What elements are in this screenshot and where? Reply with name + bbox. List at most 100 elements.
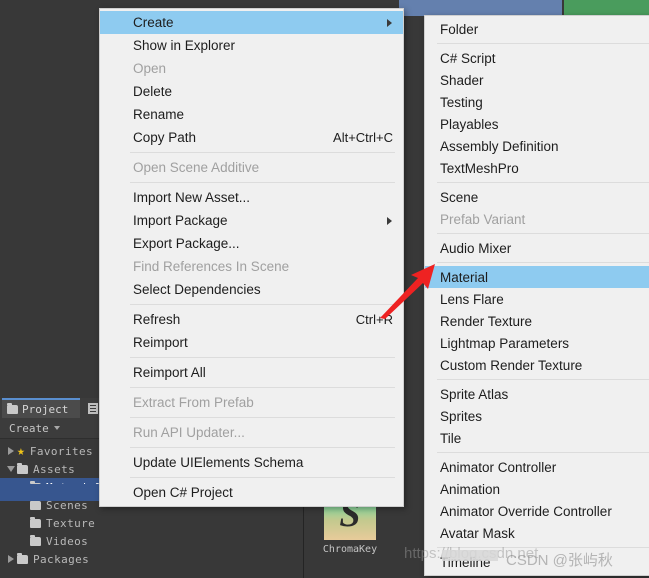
chevron-right-icon (387, 216, 392, 225)
submenu-item-sprite-atlas[interactable]: Sprite Atlas (425, 383, 649, 405)
menu-item-run-api-updater: Run API Updater... (100, 421, 403, 444)
submenu-item-animation[interactable]: Animation (425, 478, 649, 500)
menu-item-reimport[interactable]: Reimport (100, 331, 403, 354)
asset-context-menu: Create Show in Explorer Open Delete Rename Co… (99, 8, 404, 507)
menu-item-label: Shader (440, 72, 484, 88)
submenu-item-assembly-definition[interactable]: Assembly Definition (425, 135, 649, 157)
submenu-item-animator-override-controller[interactable]: Animator Override Controller (425, 500, 649, 522)
tree-item-videos[interactable]: Videos (0, 532, 303, 550)
submenu-item-timeline[interactable]: Timeline (425, 551, 649, 573)
menu-item-update-uielements-schema[interactable]: Update UIElements Schema (100, 451, 403, 474)
create-submenu: Folder C# Script Shader Testing Playables Ass… (424, 15, 649, 576)
menu-item-label: Sprites (440, 408, 483, 424)
tree-item-label: Packages (33, 552, 90, 566)
submenu-item-textmeshpro[interactable]: TextMeshPro (425, 157, 649, 179)
submenu-item-lightmap-parameters[interactable]: Lightmap Parameters (425, 332, 649, 354)
twisty-right-icon[interactable] (4, 555, 17, 563)
tree-item-packages[interactable]: Packages (0, 550, 303, 568)
menu-item-open-c-project[interactable]: Open C# Project (100, 481, 403, 504)
menu-item-label: Reimport All (133, 365, 206, 380)
menu-item-label: Material (440, 269, 489, 285)
menu-item-label: Select Dependencies (133, 282, 261, 297)
menu-item-reimport-all[interactable]: Reimport All (100, 361, 403, 384)
menu-item-label: Avatar Mask (440, 525, 515, 541)
menu-item-label: Import Package (133, 213, 228, 228)
menu-item-label: Copy Path (133, 130, 197, 145)
menu-item-label: Sprite Atlas (440, 386, 509, 402)
folder-icon (30, 498, 41, 510)
menu-item-label: Lightmap Parameters (440, 335, 570, 351)
menu-item-label: Reimport (133, 335, 188, 350)
menu-item-select-dependencies[interactable]: Select Dependencies (100, 278, 403, 301)
menu-item-label: Animator Controller (440, 459, 557, 475)
menu-item-label: Animator Override Controller (440, 503, 612, 519)
scene-view-band (399, 0, 562, 16)
menu-item-label: Create (133, 15, 174, 30)
submenu-item-sprites[interactable]: Sprites (425, 405, 649, 427)
menu-item-label: Export Package... (133, 236, 240, 251)
menu-separator (437, 182, 649, 183)
menu-item-label: Open C# Project (133, 485, 233, 500)
folder-icon (30, 516, 41, 528)
folder-icon (30, 534, 41, 546)
submenu-item-prefab-variant: Prefab Variant (425, 208, 649, 230)
menu-item-label: Refresh (133, 312, 181, 327)
submenu-item-lens-flare[interactable]: Lens Flare (425, 288, 649, 310)
menu-item-label: Import New Asset... (133, 190, 251, 205)
submenu-item-avatar-mask[interactable]: Avatar Mask (425, 522, 649, 544)
submenu-item-animator-controller[interactable]: Animator Controller (425, 456, 649, 478)
menu-separator (130, 357, 395, 358)
console-icon (88, 402, 98, 414)
tree-item-label: Favorites (29, 444, 94, 458)
menu-item-rename[interactable]: Rename (100, 103, 403, 126)
menu-item-label: Open (133, 61, 167, 76)
menu-separator (130, 304, 395, 305)
menu-item-copy-path[interactable]: Copy Path Alt+Ctrl+C (100, 126, 403, 149)
menu-item-import-package[interactable]: Import Package (100, 209, 403, 232)
menu-separator (130, 152, 395, 153)
submenu-item-playables[interactable]: Playables (425, 113, 649, 135)
menu-item-refresh[interactable]: Refresh Ctrl+R (100, 308, 403, 331)
menu-item-label: Testing (440, 94, 483, 110)
menu-item-label: TextMeshPro (440, 160, 519, 176)
submenu-item-scene[interactable]: Scene (425, 186, 649, 208)
menu-item-show-in-explorer[interactable]: Show in Explorer (100, 34, 403, 57)
menu-separator (437, 547, 649, 548)
menu-item-label: Prefab Variant (440, 211, 526, 227)
menu-item-open: Open (100, 57, 403, 80)
menu-item-shortcut: Alt+Ctrl+C (333, 130, 393, 145)
menu-separator (130, 417, 395, 418)
menu-separator (437, 233, 649, 234)
menu-item-label: Update UIElements Schema (133, 455, 304, 470)
menu-separator (437, 262, 649, 263)
menu-separator (130, 447, 395, 448)
menu-item-import-new-asset[interactable]: Import New Asset... (100, 186, 403, 209)
submenu-item-testing[interactable]: Testing (425, 91, 649, 113)
tab-project[interactable]: Project (2, 398, 80, 418)
menu-item-export-package[interactable]: Export Package... (100, 232, 403, 255)
submenu-item-folder[interactable]: Folder (425, 18, 649, 40)
menu-item-label: Rename (133, 107, 185, 122)
create-dropdown-button[interactable]: Create (9, 422, 60, 435)
submenu-item-audio-mixer[interactable]: Audio Mixer (425, 237, 649, 259)
asset-item-label: ChromaKey (322, 544, 378, 555)
submenu-item-tile[interactable]: Tile (425, 427, 649, 449)
submenu-item-custom-render-texture[interactable]: Custom Render Texture (425, 354, 649, 376)
menu-item-find-references-in-scene: Find References In Scene (100, 255, 403, 278)
menu-item-extract-from-prefab: Extract From Prefab (100, 391, 403, 414)
twisty-down-icon[interactable] (4, 466, 17, 472)
menu-item-label: Assembly Definition (440, 138, 559, 154)
submenu-item-c-script[interactable]: C# Script (425, 47, 649, 69)
menu-separator (437, 452, 649, 453)
menu-item-create[interactable]: Create (100, 11, 403, 34)
menu-separator (130, 182, 395, 183)
menu-item-label: Open Scene Additive (133, 160, 260, 175)
twisty-right-icon[interactable] (4, 447, 17, 455)
tree-item-texture[interactable]: Texture (0, 514, 303, 532)
chevron-down-icon (53, 426, 60, 430)
submenu-item-shader[interactable]: Shader (425, 69, 649, 91)
submenu-item-material[interactable]: Material (425, 266, 649, 288)
menu-item-delete[interactable]: Delete (100, 80, 403, 103)
submenu-item-render-texture[interactable]: Render Texture (425, 310, 649, 332)
menu-item-label: Delete (133, 84, 173, 99)
